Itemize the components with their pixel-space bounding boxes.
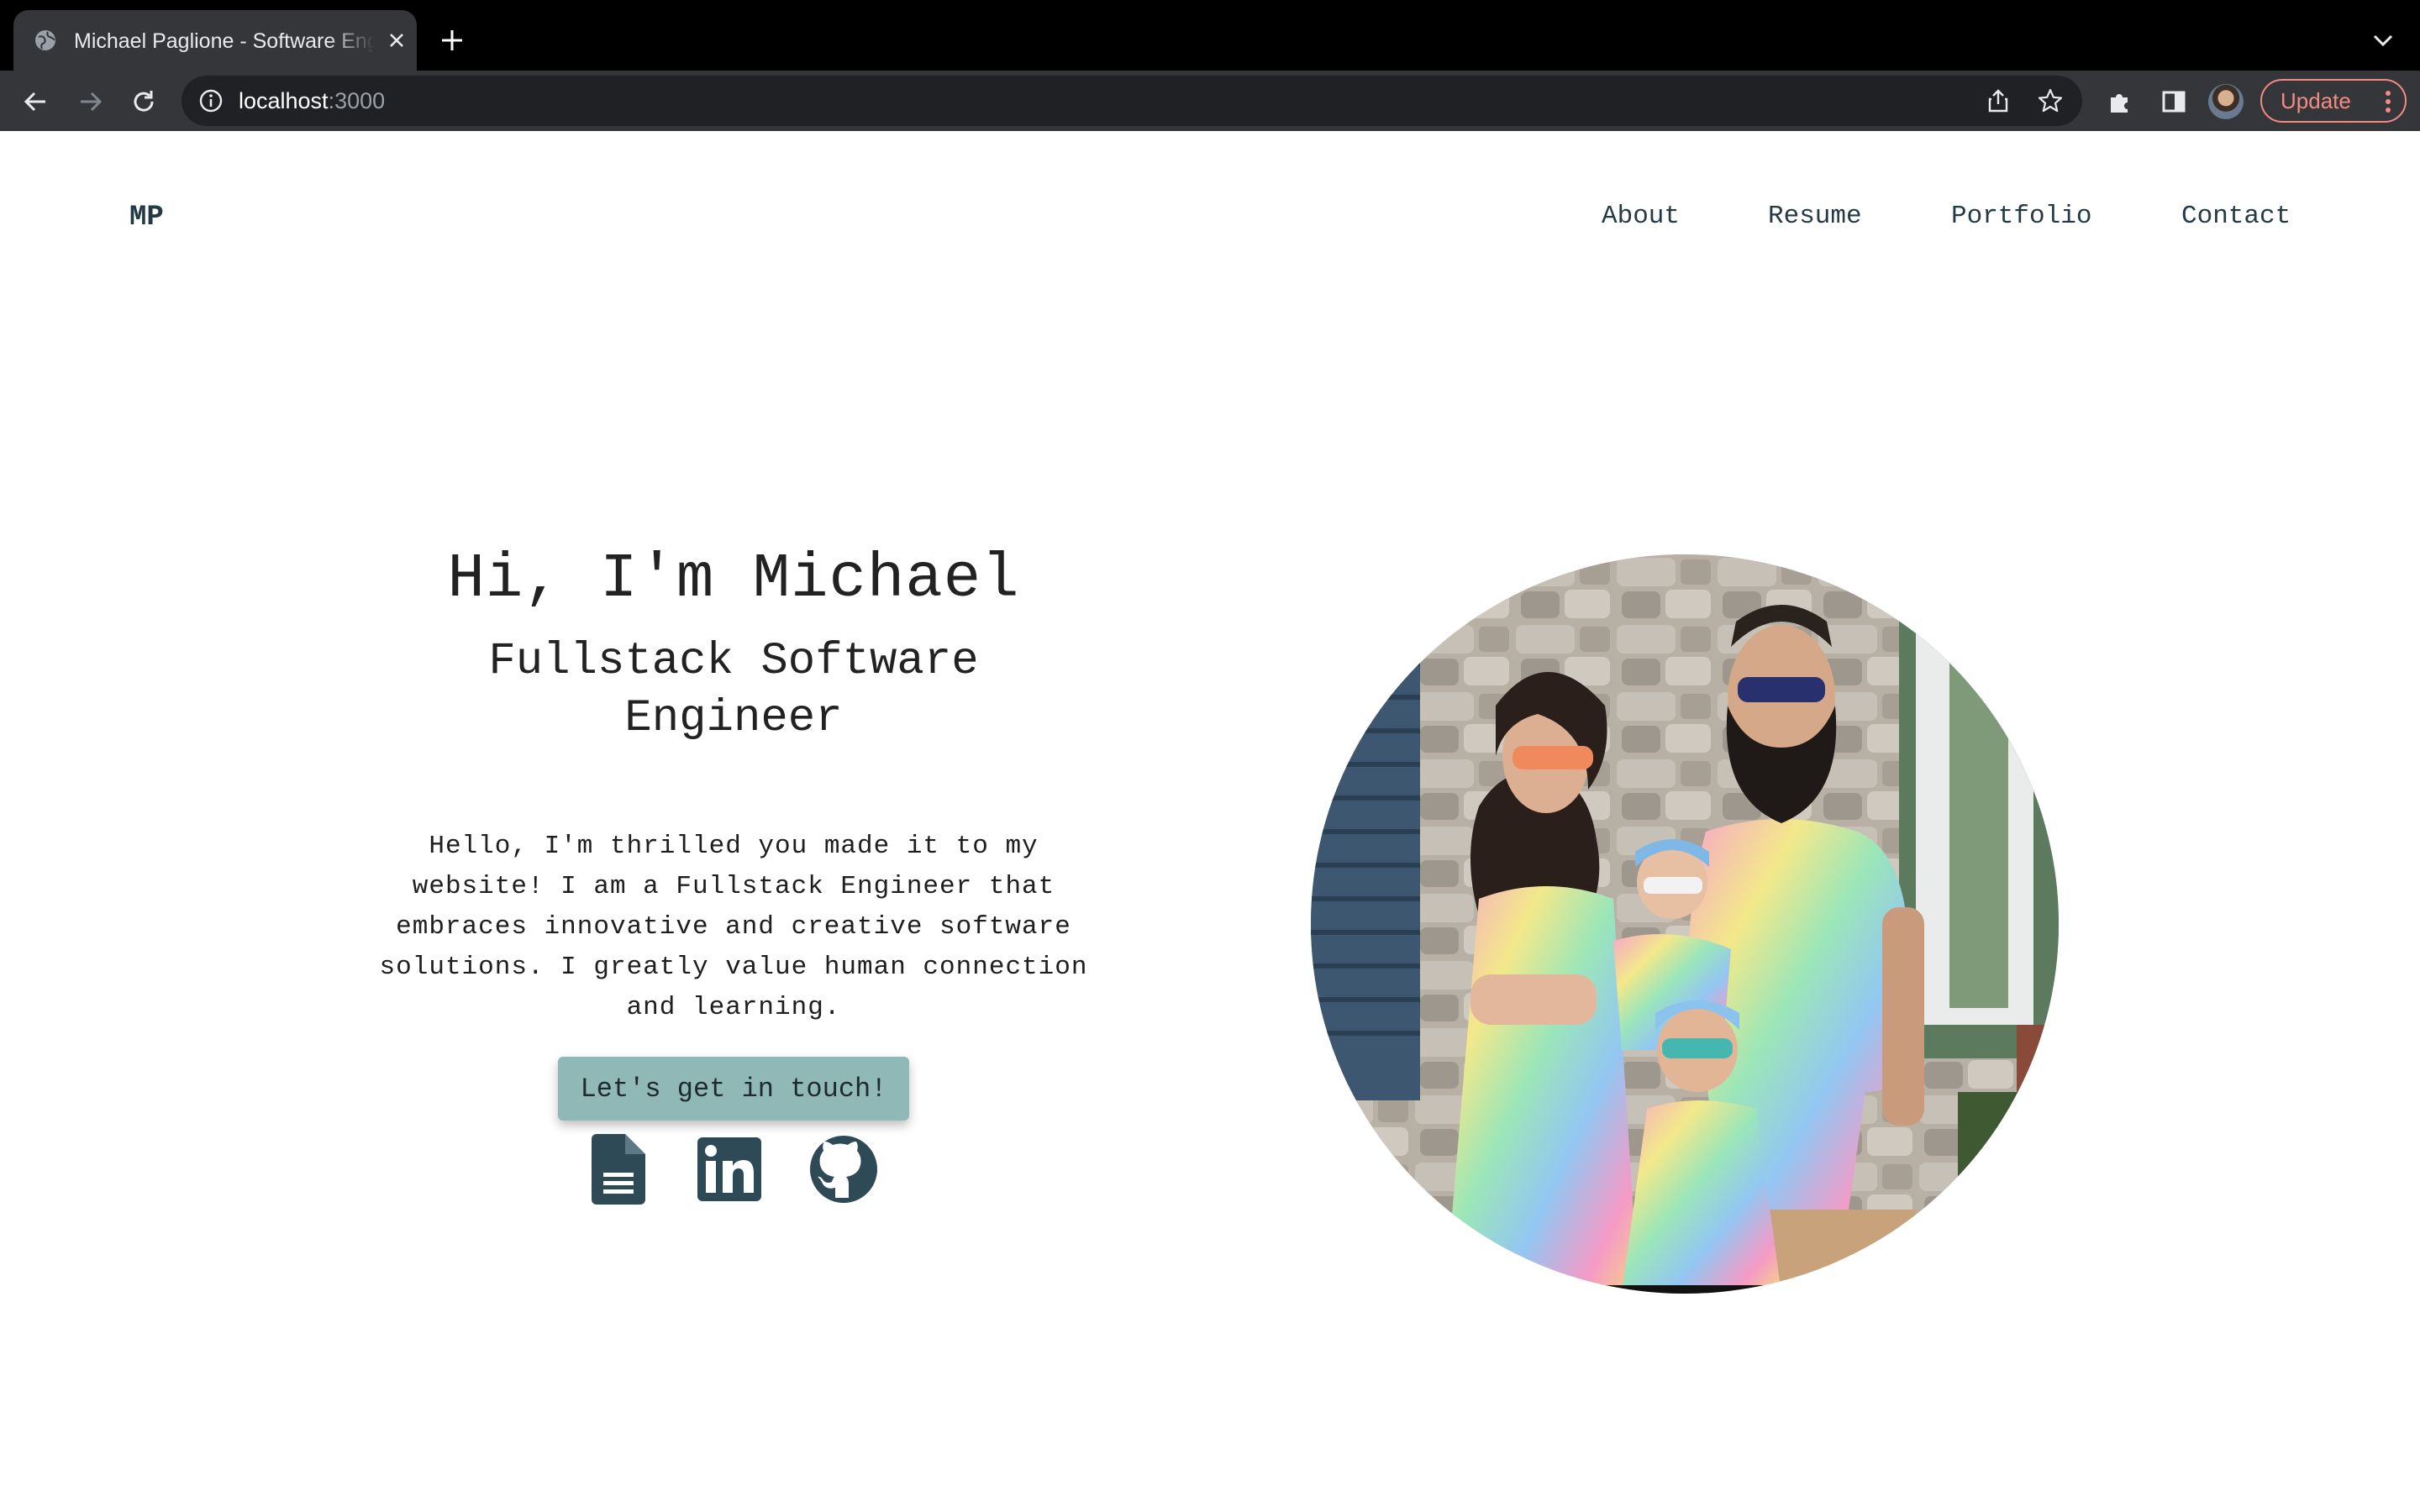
browser-tab-strip: Michael Paglione - Software Engineer — [0, 0, 2420, 71]
hero-title: Hi, I'm Michael — [447, 544, 1020, 615]
forward-icon[interactable] — [76, 87, 104, 116]
family-photo-image — [1311, 554, 2059, 1294]
close-tab-icon[interactable] — [387, 30, 407, 50]
chevron-down-icon[interactable] — [2371, 32, 2395, 49]
new-tab-icon[interactable] — [440, 29, 464, 52]
update-button[interactable]: Update — [2260, 79, 2407, 123]
document-icon[interactable] — [592, 1134, 645, 1205]
hero-description: Hello, I'm thrilled you made it to my we… — [379, 832, 1088, 1022]
share-icon[interactable] — [1985, 87, 2012, 114]
profile-avatar[interactable] — [2208, 84, 2244, 119]
bookmark-star-icon[interactable] — [2037, 87, 2064, 114]
nav-link-portfolio[interactable]: Portfolio — [1951, 202, 2091, 231]
site-logo[interactable]: MP — [129, 202, 164, 234]
more-menu-icon — [2386, 91, 2391, 113]
address-bar[interactable]: localhost:3000 — [182, 76, 2082, 126]
url-text: localhost:3000 — [239, 86, 385, 116]
nav-link-resume[interactable]: Resume — [1768, 202, 1862, 231]
url-host: localhost — [239, 88, 329, 113]
linkedin-icon[interactable] — [697, 1137, 761, 1201]
get-in-touch-button[interactable]: Let's get in touch! — [558, 1057, 909, 1121]
github-icon[interactable] — [810, 1136, 877, 1203]
globe-icon — [35, 30, 55, 50]
url-port: :3000 — [328, 88, 386, 113]
back-icon[interactable] — [22, 87, 50, 116]
side-panel-icon[interactable] — [2160, 87, 2188, 116]
site-info-icon[interactable] — [198, 88, 224, 113]
hero-intro: Hi, I'm Michael Fullstack Software Engin… — [277, 538, 1190, 1205]
reload-icon[interactable] — [129, 87, 158, 116]
social-links — [277, 1134, 1190, 1210]
browser-toolbar: localhost:3000 Update — [0, 71, 2420, 131]
profile-photo — [1311, 554, 2059, 1294]
nav-link-contact[interactable]: Contact — [2181, 202, 2291, 231]
browser-tab[interactable]: Michael Paglione - Software Engineer — [13, 10, 417, 71]
update-label: Update — [2281, 88, 2351, 113]
tab-title: Michael Paglione - Software Engineer — [74, 29, 375, 53]
nav-link-about[interactable]: About — [1602, 202, 1680, 231]
extensions-puzzle-icon[interactable] — [2106, 87, 2134, 116]
hero-subtitle: Fullstack Software Engineer — [488, 636, 979, 744]
